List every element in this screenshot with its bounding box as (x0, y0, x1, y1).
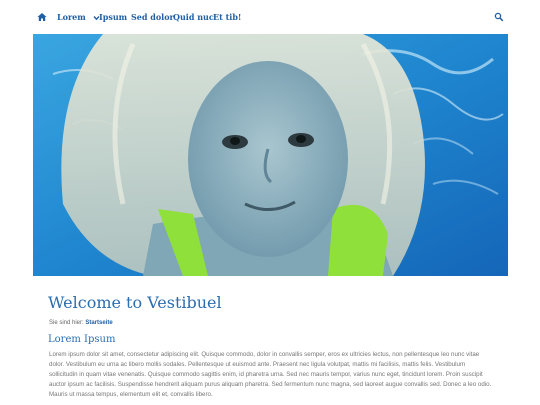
nav-item-ipsum[interactable]: Ipsum (99, 12, 127, 22)
search-icon[interactable] (494, 12, 504, 22)
breadcrumb-link-startseite[interactable]: Startseite (85, 320, 112, 326)
hero-photo (33, 34, 508, 276)
nav-item-et-tib[interactable]: Et tib! (213, 12, 241, 22)
nav-item-sed-dolor[interactable]: Sed dolor (131, 12, 174, 22)
hero-image (33, 34, 508, 276)
breadcrumb-prefix: Sie sind hier: (49, 320, 84, 326)
page-title: Welcome to Vestibuel (48, 293, 222, 312)
body-paragraph: Lorem ipsum dolor sit amet, consectetur … (49, 351, 492, 398)
nav-item-label: Lorem (57, 12, 86, 22)
nav-item-lorem[interactable]: Lorem (57, 12, 100, 22)
top-navigation: Lorem Ipsum Sed dolor Quid nuc Et tib! (0, 0, 540, 34)
breadcrumb: Sie sind hier: Startseite (49, 319, 113, 327)
nav-item-quid-nuc[interactable]: Quid nuc (173, 12, 214, 22)
home-icon[interactable] (37, 12, 47, 22)
section-heading: Lorem Ipsum (48, 334, 116, 345)
